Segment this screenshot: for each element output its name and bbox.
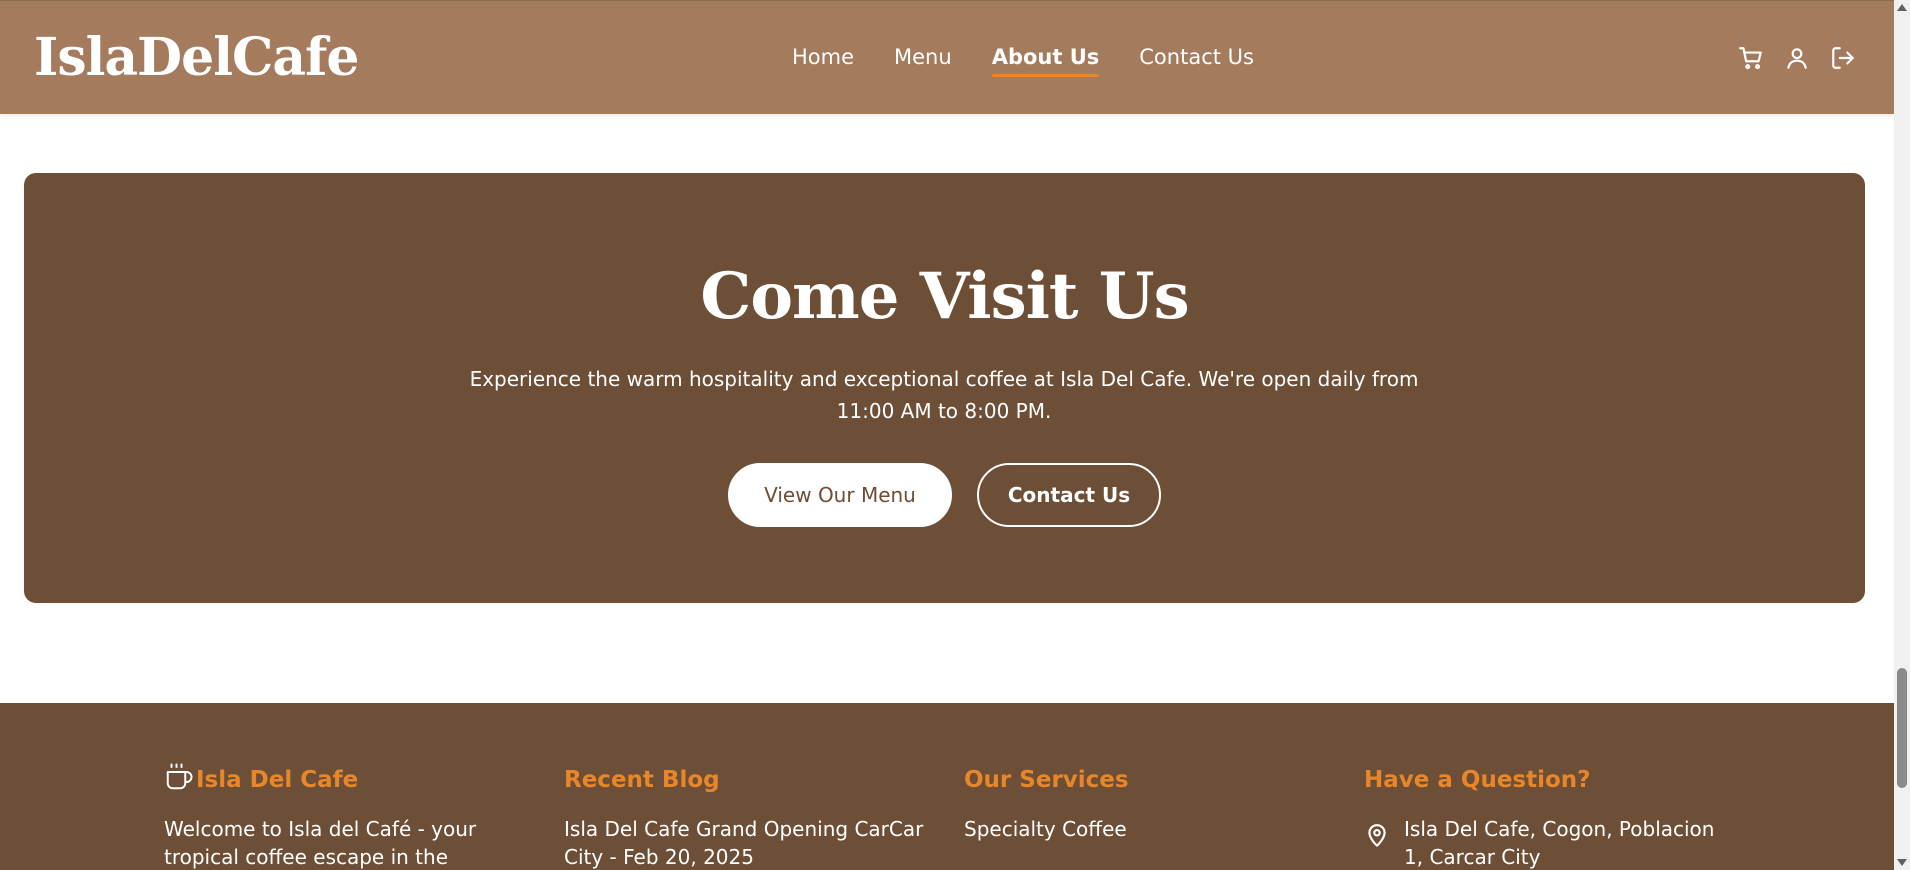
site-header: IslaDelCafe Home Menu About Us Contact U… bbox=[0, 0, 1894, 114]
footer-services-item[interactable]: Specialty Coffee bbox=[964, 815, 1334, 843]
scrollbar-thumb[interactable] bbox=[1897, 668, 1907, 788]
header-actions bbox=[1738, 45, 1856, 71]
scroll-down-arrow-icon[interactable] bbox=[1897, 859, 1907, 866]
visit-actions: View Our Menu Contact Us bbox=[728, 463, 1161, 527]
user-icon[interactable] bbox=[1784, 45, 1810, 71]
footer-services-column: Our Services Specialty Coffee bbox=[964, 765, 1334, 843]
coffee-cup-icon bbox=[164, 762, 194, 798]
scroll-up-arrow-icon[interactable] bbox=[1897, 4, 1907, 11]
footer-address: Isla Del Cafe, Cogon, Poblacion 1, Carca… bbox=[1364, 815, 1734, 870]
nav-menu[interactable]: Menu bbox=[894, 45, 952, 77]
footer-blog-column: Recent Blog Isla Del Cafe Grand Opening … bbox=[564, 765, 934, 870]
page-scrollbar[interactable] bbox=[1894, 0, 1910, 870]
footer-blog-title: Recent Blog bbox=[564, 767, 720, 793]
logout-icon[interactable] bbox=[1830, 45, 1856, 71]
nav-about-us[interactable]: About Us bbox=[991, 45, 1099, 77]
main-nav: Home Menu About Us Contact Us bbox=[792, 45, 1254, 77]
footer-brand-text: Welcome to Isla del Café - your tropical… bbox=[164, 817, 477, 869]
visit-description: Experience the warm hospitality and exce… bbox=[469, 367, 1419, 423]
location-pin-icon bbox=[1364, 815, 1390, 870]
cart-icon[interactable] bbox=[1738, 45, 1764, 71]
contact-us-button[interactable]: Contact Us bbox=[977, 463, 1161, 527]
nav-contact-us[interactable]: Contact Us bbox=[1139, 45, 1254, 77]
site-logo[interactable]: IslaDelCafe bbox=[34, 27, 360, 88]
footer-question-title: Have a Question? bbox=[1364, 767, 1591, 793]
site-footer: Isla Del Cafe Welcome to Isla del Café -… bbox=[0, 703, 1894, 870]
footer-services-title: Our Services bbox=[964, 767, 1129, 793]
footer-address-text: Isla Del Cafe, Cogon, Poblacion 1, Carca… bbox=[1404, 817, 1715, 869]
footer-brand-title: Isla Del Cafe bbox=[196, 767, 359, 793]
visit-title: Come Visit Us bbox=[700, 259, 1189, 334]
nav-home[interactable]: Home bbox=[792, 45, 854, 77]
footer-question-column: Have a Question? Isla Del Cafe, Cogon, P… bbox=[1364, 765, 1734, 870]
footer-brand-column: Isla Del Cafe Welcome to Isla del Café -… bbox=[164, 762, 534, 870]
view-menu-button[interactable]: View Our Menu bbox=[728, 463, 952, 527]
visit-section: Come Visit Us Experience the warm hospit… bbox=[24, 173, 1865, 603]
footer-blog-item[interactable]: Isla Del Cafe Grand Opening CarCar City … bbox=[564, 815, 934, 870]
